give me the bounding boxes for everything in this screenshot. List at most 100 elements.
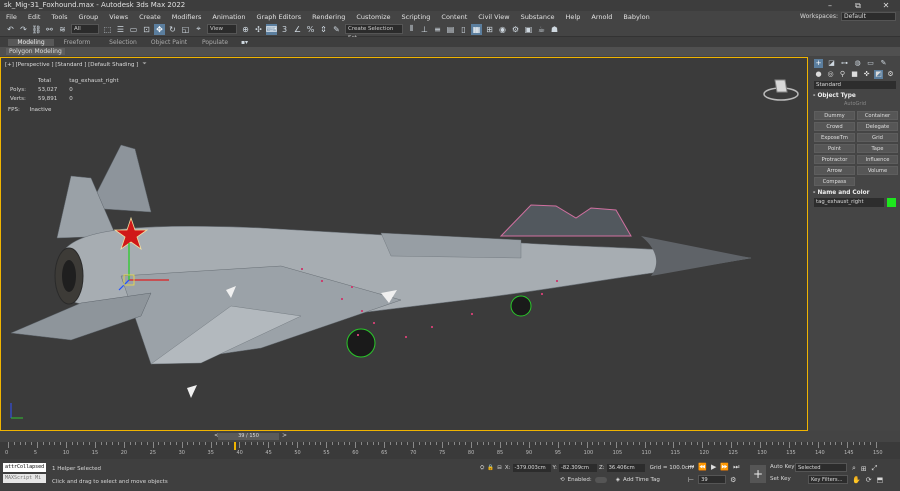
- container-button[interactable]: Container: [857, 111, 898, 120]
- menu-arnold[interactable]: Arnold: [591, 13, 612, 21]
- landing-gear-wheel[interactable]: [346, 328, 376, 358]
- select-scale-icon[interactable]: ◱: [180, 24, 191, 35]
- window-crossing-icon[interactable]: ⊡: [141, 24, 152, 35]
- create-tab-icon[interactable]: +: [814, 59, 823, 68]
- zoom-icon[interactable]: ⌕: [852, 464, 856, 473]
- material-editor-icon[interactable]: ◉: [497, 24, 508, 35]
- tape-button[interactable]: Tape: [857, 144, 898, 153]
- orbit-icon[interactable]: ⟳: [866, 476, 872, 484]
- compass-button[interactable]: Compass: [814, 177, 855, 186]
- grid-button[interactable]: Grid: [857, 133, 898, 142]
- canopy[interactable]: [499, 204, 632, 237]
- tab-modeling[interactable]: Modeling: [8, 38, 54, 46]
- space-warps-icon[interactable]: ◩: [874, 70, 883, 79]
- bind-space-warp-icon[interactable]: ≋: [57, 24, 68, 35]
- polygon-modeling-tab[interactable]: Polygon Modeling: [6, 48, 65, 55]
- select-move-icon[interactable]: ✥: [154, 23, 165, 35]
- pivot-center-icon[interactable]: ⊕: [240, 24, 251, 35]
- select-place-icon[interactable]: ⌖: [193, 24, 204, 35]
- autogrid-checkbox[interactable]: AutoGrid: [814, 101, 896, 109]
- shapes-icon[interactable]: ◎: [826, 70, 835, 79]
- layer-explorer-icon[interactable]: ≡: [432, 24, 443, 35]
- protractor-button[interactable]: Protractor: [814, 155, 855, 164]
- named-selection-set-dropdown[interactable]: Create Selection Set: [345, 24, 403, 41]
- enabled-toggle[interactable]: [594, 477, 607, 483]
- mirror-icon[interactable]: ⫴: [406, 24, 417, 35]
- align-icon[interactable]: ⊥: [419, 24, 430, 35]
- lights-icon[interactable]: ⚲: [838, 70, 847, 79]
- add-time-tag[interactable]: Add Time Tag: [623, 477, 660, 483]
- menu-babylon[interactable]: Babylon: [623, 13, 649, 21]
- y-coordinate-field[interactable]: -82.309cm: [558, 464, 597, 472]
- ribbon-toggle-icon[interactable]: ▯: [458, 24, 469, 35]
- menu-graph-editors[interactable]: Graph Editors: [257, 13, 302, 21]
- nose-gear-wheel[interactable]: [510, 295, 532, 317]
- percent-snap-icon[interactable]: %: [305, 24, 316, 35]
- exhaust-nozzle[interactable]: [62, 260, 76, 292]
- key-mode-icon[interactable]: ⊢: [688, 476, 694, 484]
- angle-snap-icon[interactable]: ∠: [292, 24, 303, 35]
- go-to-start-icon[interactable]: ⏮: [688, 463, 694, 472]
- go-to-end-icon[interactable]: ⏭: [733, 463, 739, 472]
- tab-selection[interactable]: Selection: [100, 39, 146, 46]
- helpers-icon[interactable]: ✜: [862, 70, 871, 79]
- motion-tab-icon[interactable]: ◍: [853, 59, 862, 68]
- nose-radome[interactable]: [641, 236, 751, 276]
- track-bar[interactable]: 0 5 10 15 20 25 30 35 40 45 50 55 60 65 70 75 80 85 90 95 10…: [0, 442, 900, 459]
- point-button[interactable]: Point: [814, 144, 855, 153]
- tab-object-paint[interactable]: Object Paint: [146, 39, 192, 46]
- hierarchy-tab-icon[interactable]: ⊶: [840, 59, 849, 68]
- perspective-viewport[interactable]: [+] [Perspective ] [Standard ] [Default …: [1, 58, 807, 430]
- reference-coordinate-dropdown[interactable]: View: [207, 24, 237, 34]
- volume-button[interactable]: Volume: [857, 166, 898, 175]
- tab-freeform[interactable]: Freeform: [54, 39, 100, 46]
- time-config-icon[interactable]: ⚙: [730, 476, 736, 484]
- scene-explorer-icon[interactable]: ▤: [445, 24, 456, 35]
- crowd-button[interactable]: Crowd: [814, 122, 855, 131]
- menu-content[interactable]: Content: [441, 13, 467, 21]
- unlink-icon[interactable]: ⚯: [44, 24, 55, 35]
- slider-next-icon[interactable]: >: [282, 432, 287, 439]
- curve-editor-icon[interactable]: ▦: [471, 23, 482, 35]
- menu-animation[interactable]: Animation: [212, 13, 245, 21]
- select-rotate-icon[interactable]: ↻: [167, 24, 178, 35]
- zoom-extents-icon[interactable]: ⤢: [872, 464, 878, 473]
- menu-scripting[interactable]: Scripting: [402, 13, 431, 21]
- link-icon[interactable]: ⛓: [31, 24, 42, 35]
- keyboard-shortcut-icon[interactable]: ⌨: [266, 23, 277, 35]
- next-frame-icon[interactable]: ⏩: [720, 463, 729, 472]
- key-target-dropdown[interactable]: Selected: [795, 463, 847, 472]
- object-color-swatch[interactable]: [887, 198, 896, 207]
- dummy-button[interactable]: Dummy: [814, 111, 855, 120]
- undo-icon[interactable]: ↶: [5, 24, 16, 35]
- menu-create[interactable]: Create: [139, 13, 161, 21]
- set-key-button[interactable]: Set Key: [770, 476, 791, 482]
- menu-tools[interactable]: Tools: [51, 13, 67, 21]
- rect-selection-icon[interactable]: ▭: [128, 24, 139, 35]
- z-coordinate-field[interactable]: 36.406cm: [606, 464, 645, 472]
- delegate-button[interactable]: Delegate: [857, 122, 898, 131]
- helper-category-dropdown[interactable]: Standard: [814, 81, 896, 89]
- modify-tab-icon[interactable]: ◪: [827, 59, 836, 68]
- cameras-icon[interactable]: ■: [850, 70, 859, 79]
- minimize-button[interactable]: –: [816, 0, 844, 11]
- pan-icon[interactable]: ✋: [852, 476, 861, 484]
- lock-selection-icon[interactable]: 🔒: [487, 465, 494, 471]
- edit-named-selection-icon[interactable]: ✎: [331, 24, 342, 35]
- selection-filter-dropdown[interactable]: All: [71, 24, 99, 34]
- set-key-icon[interactable]: +: [750, 465, 766, 483]
- zoom-all-icon[interactable]: ⊞: [861, 465, 867, 473]
- geometry-icon[interactable]: ●: [814, 70, 823, 79]
- select-object-icon[interactable]: ⬚: [102, 24, 113, 35]
- menu-customize[interactable]: Customize: [356, 13, 390, 21]
- adaptive-degradation-icon[interactable]: ⟲: [560, 477, 565, 483]
- influence-button[interactable]: Influence: [857, 155, 898, 164]
- current-frame-field[interactable]: 39: [698, 475, 727, 484]
- isolate-selection-icon[interactable]: ⛭: [480, 465, 484, 472]
- menu-views[interactable]: Views: [109, 13, 128, 21]
- workspaces-dropdown[interactable]: Default: [841, 12, 896, 21]
- air-intake[interactable]: [380, 232, 522, 259]
- utilities-tab-icon[interactable]: ✎: [879, 59, 888, 68]
- spinner-snap-icon[interactable]: ⇕: [318, 24, 329, 35]
- menu-edit[interactable]: Edit: [28, 13, 41, 21]
